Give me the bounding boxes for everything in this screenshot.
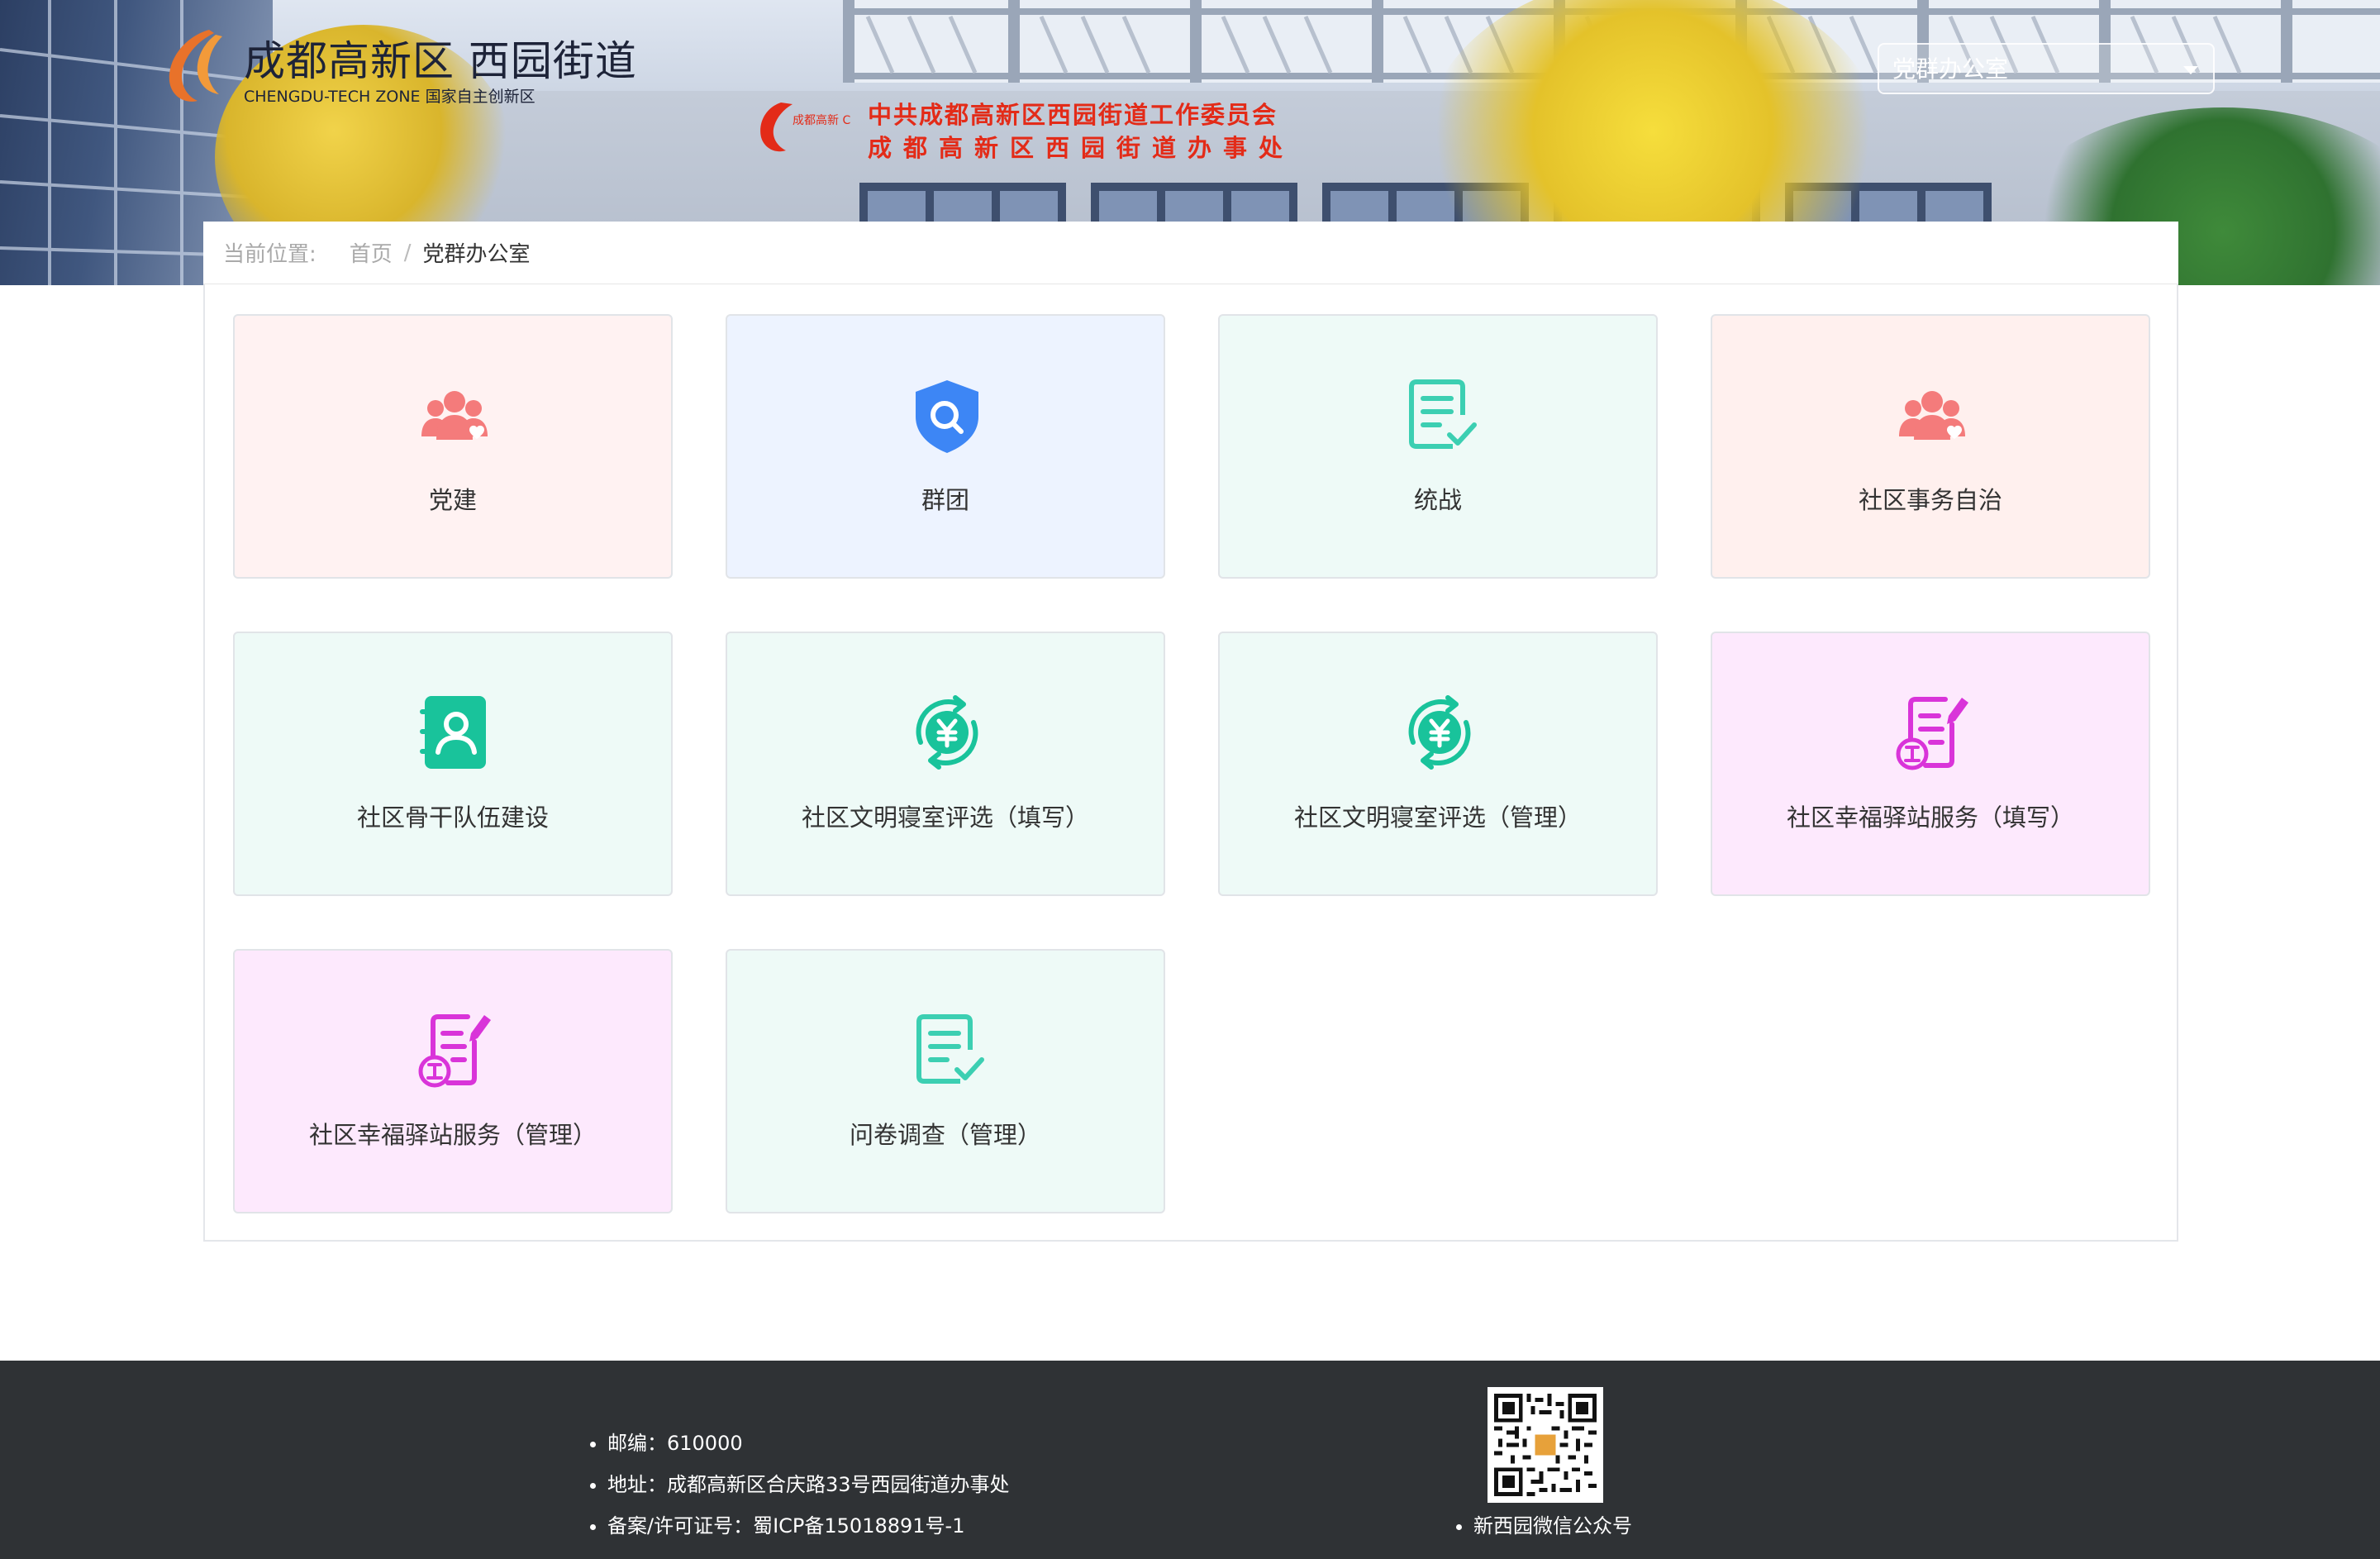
checklist-icon bbox=[916, 1014, 984, 1084]
org-line-2: 成都高新区西园街道办事处 bbox=[868, 134, 1295, 162]
card-label: 社区幸福驿站服务（管理） bbox=[308, 1121, 597, 1149]
card-label: 社区事务自治 bbox=[1858, 486, 2002, 514]
card-united-front[interactable]: 统战 bbox=[1218, 314, 1658, 579]
card-label: 群团 bbox=[921, 486, 969, 514]
shield-search-icon bbox=[916, 380, 978, 453]
footer-info-list: 邮编：610000 地址：成都高新区合庆路33号西园街道办事处 备案/许可证号：… bbox=[590, 1427, 1010, 1551]
qr-caption: 新西园微信公众号 bbox=[1456, 1509, 1632, 1542]
group-icon bbox=[1899, 391, 1965, 440]
qr-code-icon bbox=[1494, 1394, 1597, 1496]
breadcrumb-home-link[interactable]: 首页 bbox=[350, 237, 393, 268]
department-select-value: 党群办公室 bbox=[1892, 55, 2009, 83]
card-questionnaire-manage[interactable]: 问卷调查（管理） bbox=[726, 949, 1165, 1213]
work-form-icon bbox=[1896, 697, 1968, 770]
group-icon bbox=[421, 391, 488, 440]
breadcrumb-separator: / bbox=[403, 240, 412, 265]
card-label: 问卷调查（管理） bbox=[849, 1121, 1041, 1149]
logo-mark-icon bbox=[169, 30, 222, 102]
breadcrumb: 当前位置: 首页 / 党群办公室 bbox=[203, 222, 2178, 284]
card-label: 社区文明寝室评选（管理） bbox=[1293, 803, 1582, 832]
card-label: 社区幸福驿站服务（填写） bbox=[1786, 803, 2074, 832]
qr-caption-text: 新西园微信公众号 bbox=[1473, 1514, 1632, 1538]
card-happiness-station-manage[interactable]: 社区幸福驿站服务（管理） bbox=[233, 949, 673, 1213]
footer-icp: 备案/许可证号：蜀ICP备15018891号-1 bbox=[590, 1509, 1010, 1551]
card-dorm-evaluation-fill[interactable]: 社区文明寝室评选（填写） bbox=[726, 632, 1165, 896]
work-form-icon bbox=[418, 1014, 491, 1088]
card-label: 社区文明寝室评选（填写） bbox=[801, 803, 1089, 832]
card-happiness-station-fill[interactable]: 社区幸福驿站服务（填写） bbox=[1711, 632, 2150, 896]
yuan-cycle-icon bbox=[1408, 695, 1471, 770]
chevron-down-icon bbox=[2183, 66, 2198, 74]
card-dorm-evaluation-manage[interactable]: 社区文明寝室评选（管理） bbox=[1218, 632, 1658, 896]
checklist-icon bbox=[1409, 379, 1477, 449]
department-select[interactable]: 党群办公室 bbox=[1878, 43, 2215, 94]
card-label: 党建 bbox=[428, 486, 477, 514]
module-panel: 党建 群团 统战 社区事务自治 社区骨干队伍建设 社区文明寝室评选（填写） 社区… bbox=[203, 284, 2178, 1242]
footer-postcode-text: 邮编：610000 bbox=[607, 1432, 743, 1455]
bullet-icon bbox=[590, 1482, 596, 1489]
org-sign: 成都高新 CDHT 中共成都高新区西园街道工作委员会 成都高新区西园街道办事处 bbox=[756, 93, 1335, 167]
site-logo[interactable]: 成都高新区 西园街道 CHENGDU-TECH ZONE 国家自主创新区 bbox=[161, 25, 636, 116]
card-label: 社区骨干队伍建设 bbox=[356, 803, 549, 832]
footer-address: 地址：成都高新区合庆路33号西园街道办事处 bbox=[590, 1468, 1010, 1509]
bullet-icon bbox=[590, 1523, 596, 1530]
breadcrumb-prefix: 当前位置: bbox=[223, 242, 317, 267]
card-community-self-governance[interactable]: 社区事务自治 bbox=[1711, 314, 2150, 579]
footer-postcode: 邮编：610000 bbox=[590, 1427, 1010, 1468]
bullet-icon bbox=[1456, 1523, 1462, 1530]
contact-book-icon bbox=[420, 696, 486, 769]
bullet-icon bbox=[590, 1441, 596, 1447]
logo-title: 成都高新区 西园街道 bbox=[244, 37, 637, 85]
card-mass-organizations[interactable]: 群团 bbox=[726, 314, 1165, 579]
breadcrumb-current: 党群办公室 bbox=[422, 242, 531, 267]
card-community-backbone-team[interactable]: 社区骨干队伍建设 bbox=[233, 632, 673, 896]
card-party-building[interactable]: 党建 bbox=[233, 314, 673, 579]
yuan-cycle-icon bbox=[916, 695, 978, 770]
footer-icp-text[interactable]: 备案/许可证号：蜀ICP备15018891号-1 bbox=[607, 1514, 964, 1538]
org-emblem-text: 成都高新 CDHT bbox=[793, 113, 851, 127]
logo-subtitle: CHENGDU-TECH ZONE 国家自主创新区 bbox=[244, 88, 536, 106]
card-label: 统战 bbox=[1413, 486, 1462, 514]
footer-address-text: 地址：成都高新区合庆路33号西园街道办事处 bbox=[607, 1473, 1010, 1496]
org-line-1: 中共成都高新区西园街道工作委员会 bbox=[868, 101, 1278, 129]
org-emblem-icon: 成都高新 CDHT bbox=[760, 103, 851, 152]
wechat-qr-code bbox=[1488, 1387, 1603, 1503]
site-footer: 邮编：610000 地址：成都高新区合庆路33号西园街道办事处 备案/许可证号：… bbox=[0, 1361, 2380, 1559]
